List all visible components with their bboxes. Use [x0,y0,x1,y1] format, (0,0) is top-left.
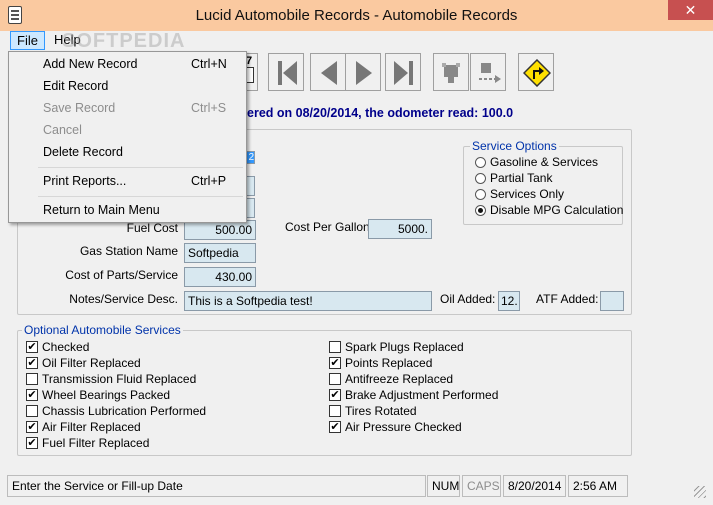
oil-added-label: Oil Added: [440,292,496,306]
menu-separator [38,167,243,168]
radio-services-only[interactable] [475,189,486,200]
fuel-cost-label: Fuel Cost [126,221,178,235]
watermark: SOFTPEDIA [62,30,186,52]
goto-record-button[interactable] [433,53,469,91]
notes-label: Notes/Service Desc. [69,292,178,306]
checkbox-label: Transmission Fluid Replaced [42,372,197,386]
next-record-icon [356,61,372,85]
menu-item-edit-record[interactable]: Edit Record [43,79,108,93]
checkbox-label: Air Filter Replaced [42,420,141,434]
checkbox-transmission-fluid-replaced[interactable] [26,373,38,385]
radio-gasoline-services[interactable] [475,157,486,168]
notes-field[interactable]: This is a Softpedia test! [184,291,432,311]
goto-next-button[interactable] [470,53,506,91]
status-time: 2:56 AM [568,475,628,497]
status-date: 8/20/2014 [503,475,566,497]
service-options-title: Service Options [470,139,559,153]
menu-item-print-reports[interactable]: Print Reports... [43,174,126,188]
optional-services-title: Optional Automobile Services [22,323,183,337]
last-record-button[interactable] [385,53,421,91]
menu-item-delete-record[interactable]: Delete Record [43,145,123,159]
window-title: Lucid Automobile Records - Automobile Re… [195,7,518,24]
cost-per-gallon-label: Cost Per Gallon: [285,220,374,234]
previous-record-button[interactable] [310,53,346,91]
status-message: Enter the Service or Fill-up Date [7,475,426,497]
menu-shortcut: Ctrl+S [191,101,227,115]
last-record-icon [394,61,413,85]
exit-button[interactable] [518,53,554,91]
atf-added-field[interactable] [600,291,624,311]
odometer-summary: ered on 08/20/2014, the odometer read: 1… [247,106,514,120]
radio-disable-mpg-calculation[interactable] [475,205,486,216]
checkbox-air-pressure-checked[interactable]: ✔ [329,421,341,433]
radio-label: Partial Tank [490,171,553,185]
checkbox-label: Chassis Lubrication Performed [42,404,207,418]
radio-label: Services Only [490,187,565,201]
fuel-cost-field[interactable]: 500.00 [184,220,256,240]
caps-indicator: CAPS [462,475,501,497]
gas-station-label: Gas Station Name [79,244,178,258]
checkbox-wheel-bearings-packed[interactable]: ✔ [26,389,38,401]
checkbox-label: Air Pressure Checked [345,420,462,434]
gas-station-field[interactable]: Softpedia [184,243,256,263]
checkbox-label: Antifreeze Replaced [345,372,454,386]
radio-partial-tank[interactable] [475,173,486,184]
checkbox-label: Wheel Bearings Packed [42,388,171,402]
previous-record-icon [321,61,337,85]
checkbox-spark-plugs-replaced[interactable] [329,341,341,353]
checkbox-checked[interactable]: ✔ [26,341,38,353]
exit-sign-icon [523,59,551,87]
cost-per-gallon-field[interactable]: 5000. [368,219,432,239]
oil-added-field[interactable]: 12. [498,291,520,311]
next-record-button[interactable] [345,53,381,91]
file-menu-dropdown [8,51,247,223]
checkbox-label: Brake Adjustment Performed [345,388,499,402]
checkbox-label: Fuel Filter Replaced [42,436,150,450]
menu-item-cancel[interactable]: Cancel [43,123,82,137]
menu-shortcut: Ctrl+P [191,174,227,188]
cost-parts-field[interactable]: 430.00 [184,267,256,287]
resize-grip-icon[interactable] [694,486,706,498]
checkbox-points-replaced[interactable]: ✔ [329,357,341,369]
menu-shortcut: Ctrl+N [191,57,227,71]
checkbox-brake-adjustment-performed[interactable]: ✔ [329,389,341,401]
cost-parts-label: Cost of Parts/Service [65,268,178,282]
menu-item-save-record[interactable]: Save Record [43,101,115,115]
checkbox-air-filter-replaced[interactable]: ✔ [26,421,38,433]
menu-separator [38,196,243,197]
checkbox-label: Checked [42,340,90,354]
checkbox-fuel-filter-replaced[interactable]: ✔ [26,437,38,449]
checkbox-chassis-lubrication-performed[interactable] [26,405,38,417]
menu-file[interactable]: File [10,31,45,50]
first-record-button[interactable] [268,53,304,91]
menu-item-return-to-main-menu[interactable]: Return to Main Menu [43,203,160,217]
radio-label: Disable MPG Calculation [490,203,624,217]
num-indicator: NUM [427,475,460,497]
checkbox-label: Tires Rotated [345,404,417,418]
checkbox-antifreeze-replaced[interactable] [329,373,341,385]
radio-label: Gasoline & Services [490,155,599,169]
checkbox-label: Oil Filter Replaced [42,356,141,370]
menu-item-add-new-record[interactable]: Add New Record [43,57,138,71]
atf-added-label: ATF Added: [536,292,599,306]
checkbox-label: Spark Plugs Replaced [345,340,464,354]
checkbox-tires-rotated[interactable] [329,405,341,417]
checkbox-oil-filter-replaced[interactable]: ✔ [26,357,38,369]
title-bar: Lucid Automobile Records - Automobile Re… [0,0,713,31]
first-record-icon [278,61,297,85]
goto-record-icon [442,63,460,83]
goto-next-icon [479,63,501,83]
close-button[interactable]: ✕ [668,0,713,20]
checkbox-label: Points Replaced [345,356,433,370]
